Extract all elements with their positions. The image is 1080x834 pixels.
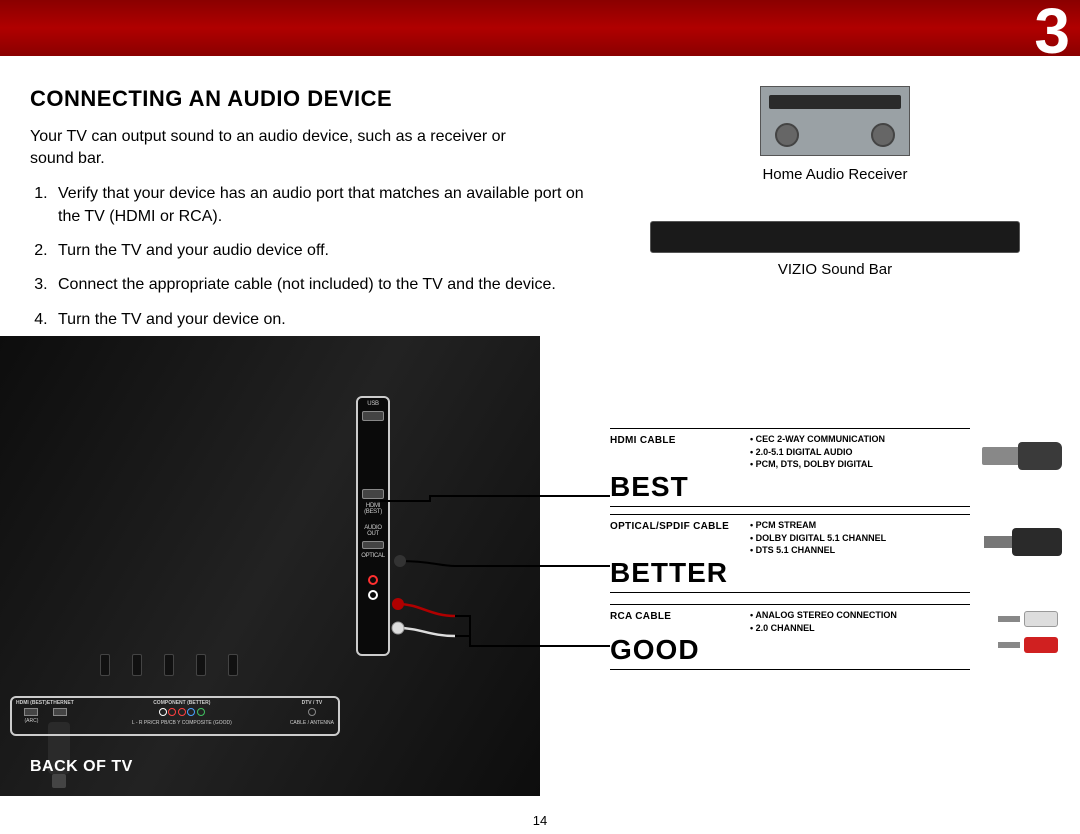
stud-icon — [196, 654, 206, 676]
stud-icon — [164, 654, 174, 676]
cable-name: HDMI CABLE — [610, 433, 740, 446]
quality-rank: BEST — [610, 471, 1040, 503]
step-item: Connect the appropriate cable (not inclu… — [52, 274, 592, 296]
stud-icon — [228, 654, 238, 676]
hdmi-connector-icon — [982, 436, 1062, 476]
receiver-knob-icon — [871, 123, 895, 147]
hdmi-port-icon — [24, 708, 38, 716]
ethernet-port-icon — [53, 708, 67, 716]
quality-rank: GOOD — [610, 634, 1040, 666]
port-label-optical: OPTICAL — [358, 553, 388, 559]
bottom-port-label: HDMI (BEST) — [16, 700, 47, 706]
bottom-port-label: DTV / TV — [290, 700, 334, 706]
page-number: 14 — [533, 813, 547, 828]
step-item: Verify that your device has an audio por… — [52, 183, 592, 228]
bottom-port-sublabel: CABLE / ANTENNA — [290, 720, 334, 726]
quality-better-block: OPTICAL/SPDIF CABLE PCM STREAM DOLBY DIG… — [610, 514, 1040, 593]
receiver-label: Home Audio Receiver — [760, 166, 910, 183]
optical-port-icon — [362, 541, 384, 549]
receiver-device: Home Audio Receiver — [760, 86, 910, 183]
port-label-usb: USB — [358, 401, 388, 407]
soundbar-image — [650, 221, 1020, 253]
instruction-steps: Verify that your device has an audio por… — [52, 183, 592, 331]
tv-bottom-port-strip: HDMI (BEST) (ARC) ETHERNET COMPONENT (BE… — [10, 696, 340, 736]
quality-rank: BETTER — [610, 557, 1040, 589]
rca-connector-icon — [998, 610, 1058, 662]
hdmi-port-group: HDMI (BEST) (ARC) — [16, 700, 47, 724]
soundbar-label: VIZIO Sound Bar — [650, 261, 1020, 278]
coax-port-icon — [308, 708, 316, 716]
ethernet-port-group: ETHERNET — [47, 700, 74, 718]
back-of-tv-label: BACK OF TV — [30, 758, 133, 776]
cable-name: OPTICAL/SPDIF CABLE — [610, 519, 740, 532]
component-port-group: COMPONENT (BETTER) L - R PR/CR PB/CB Y C… — [74, 700, 290, 726]
hdmi-port-icon — [362, 489, 384, 499]
dtv-port-group: DTV / TV CABLE / ANTENNA — [290, 700, 334, 726]
stud-icon — [132, 654, 142, 676]
chapter-banner: 3 — [0, 0, 1080, 56]
receiver-knob-icon — [775, 123, 799, 147]
tv-back-panel: USB HDMI (BEST) AUDIO OUT OPTICAL HDMI (… — [0, 336, 540, 796]
component-port-icon — [168, 708, 176, 716]
tv-vent-studs — [100, 654, 238, 676]
bottom-port-sublabel: L - R PR/CR PB/CB Y COMPOSITE (GOOD) — [74, 720, 290, 726]
optical-connector-icon — [984, 524, 1062, 560]
cable-feature: 2.0 CHANNEL — [750, 622, 1040, 635]
step-item: Turn the TV and your audio device off. — [52, 240, 592, 262]
quality-good-block: RCA CABLE ANALOG STEREO CONNECTION 2.0 C… — [610, 604, 1040, 670]
step-item: Turn the TV and your device on. — [52, 309, 592, 331]
bottom-port-label: ETHERNET — [47, 700, 74, 706]
port-label-audio-out: AUDIO OUT — [358, 525, 388, 537]
quality-best-block: HDMI CABLE CEC 2-WAY COMMUNICATION 2.0-5… — [610, 428, 1040, 507]
usb-port-icon — [362, 411, 384, 421]
intro-text: Your TV can output sound to an audio dev… — [30, 126, 550, 169]
rca-red-port-icon — [368, 575, 378, 585]
component-port-icon — [178, 708, 186, 716]
rca-white-port-icon — [368, 590, 378, 600]
stud-icon — [100, 654, 110, 676]
bottom-port-sublabel: (ARC) — [16, 718, 47, 724]
receiver-image — [760, 86, 910, 156]
component-port-icon — [197, 708, 205, 716]
soundbar-device: VIZIO Sound Bar — [650, 221, 1020, 278]
component-port-icon — [187, 708, 195, 716]
port-label-hdmi: HDMI (BEST) — [358, 503, 388, 515]
page-content: CONNECTING AN AUDIO DEVICE Your TV can o… — [0, 56, 1080, 796]
component-port-icon — [159, 708, 167, 716]
cable-feature-list: ANALOG STEREO CONNECTION 2.0 CHANNEL — [750, 609, 1040, 634]
tv-side-port-strip: USB HDMI (BEST) AUDIO OUT OPTICAL — [356, 396, 390, 656]
cable-feature: ANALOG STEREO CONNECTION — [750, 609, 1040, 622]
cable-name: RCA CABLE — [610, 609, 740, 622]
